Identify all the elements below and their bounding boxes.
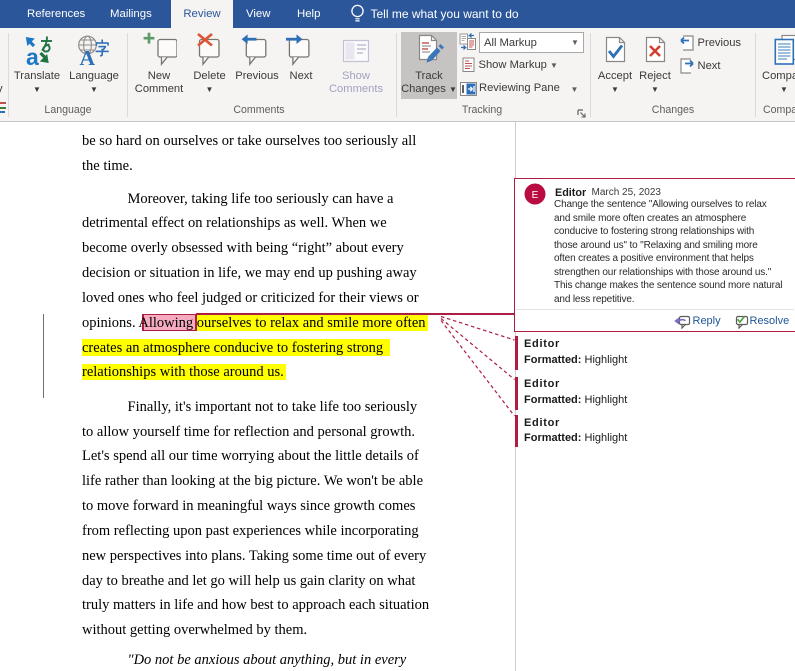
svg-text:E: E xyxy=(532,190,539,201)
